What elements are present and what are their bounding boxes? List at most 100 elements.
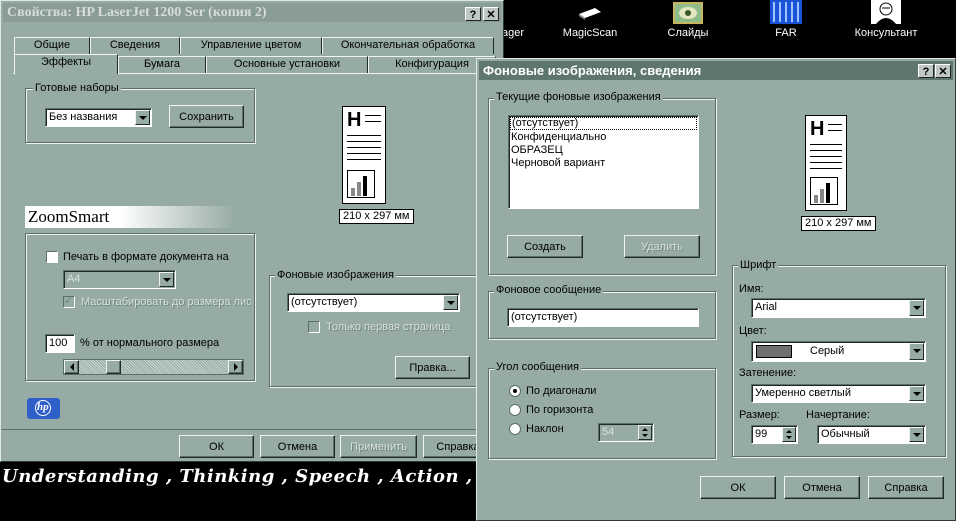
help-button[interactable]: Справка — [868, 476, 944, 499]
font-color-dropdown[interactable]: Серый — [751, 341, 926, 362]
font-name-label: Имя: — [739, 283, 764, 295]
tab-basics[interactable]: Основные установки — [206, 56, 368, 73]
help-icon: ? — [922, 66, 930, 78]
save-preset-button[interactable]: Сохранить — [169, 105, 244, 128]
current-watermarks-list[interactable]: (отсутствует) Конфиденциально ОБРАЗЕЦ Че… — [508, 115, 699, 209]
help-title-button[interactable]: ? — [918, 64, 934, 78]
paper-line — [828, 124, 842, 125]
paper-heading-glyph: H — [347, 109, 362, 131]
first-page-only-checkbox[interactable] — [308, 321, 320, 333]
angle-tilt-radio[interactable] — [509, 423, 521, 435]
properties-separator — [1, 429, 505, 430]
zoomsmart-label: ZoomSmart — [28, 207, 110, 226]
desktop-icon-label: MagicScan — [562, 27, 618, 39]
ok-button[interactable]: ОК — [179, 435, 254, 458]
tilt-angle-input[interactable]: 54 — [598, 423, 654, 442]
properties-titlebar[interactable]: Свойства: HP LaserJet 1200 Ser (копия 2) — [3, 3, 501, 22]
cancel-button[interactable]: Отмена — [260, 435, 335, 458]
desktop-icon-label: Слайды — [667, 27, 709, 39]
tab-label: Окончательная обработка — [340, 39, 476, 51]
font-size-input[interactable]: 99 — [751, 425, 798, 444]
desktop-icon-magicscan[interactable]: MagicScan — [555, 4, 625, 39]
print-as-checkbox[interactable] — [46, 251, 58, 263]
chevron-down-icon[interactable] — [909, 343, 924, 360]
slider-thumb[interactable] — [106, 360, 121, 374]
edit-watermark-button[interactable]: Правка... — [395, 356, 470, 379]
button-label: Удалить — [641, 240, 683, 253]
tilt-angle-spinner[interactable] — [638, 425, 652, 440]
paper-size-dropdown[interactable]: A4 — [63, 270, 176, 289]
desktop-icon-far[interactable]: FAR — [758, 0, 814, 39]
chevron-down-icon[interactable] — [159, 272, 174, 287]
ok-button[interactable]: ОК — [700, 476, 776, 499]
help-icon: ? — [469, 9, 477, 21]
paper-line — [347, 159, 381, 160]
close-title-button[interactable]: ✕ — [935, 64, 951, 78]
font-style-dropdown[interactable]: Обычный — [817, 425, 926, 444]
tab-label: Управление цветом — [200, 39, 302, 51]
angle-horizontal-radio[interactable] — [509, 404, 521, 416]
list-item[interactable]: ОБРАЗЕЦ — [509, 144, 698, 157]
font-name-dropdown[interactable]: Arial — [751, 298, 926, 318]
font-style-value: Обычный — [821, 428, 870, 440]
desktop-icon-label: ager — [502, 27, 525, 39]
apply-button[interactable]: Применить — [340, 435, 417, 458]
tab-paper[interactable]: Бумага — [118, 56, 206, 73]
delete-watermark-button[interactable]: Удалить — [624, 235, 700, 258]
list-item[interactable]: Черновой вариант — [509, 157, 698, 170]
chevron-down-icon[interactable] — [135, 110, 150, 125]
font-shade-dropdown[interactable]: Умеренно светлый — [751, 384, 926, 403]
angle-tilt-label: Наклон — [526, 423, 564, 435]
cancel-button[interactable]: Отмена — [784, 476, 860, 499]
slides-icon — [673, 2, 703, 24]
watermark-dropdown[interactable]: (отсутствует) — [287, 293, 460, 312]
font-name-value: Arial — [755, 301, 778, 313]
paper-chart-icon — [810, 177, 838, 205]
watermark-message-input[interactable]: (отсутствует) — [507, 308, 699, 327]
chevron-down-icon[interactable] — [909, 427, 924, 442]
angle-diagonal-label: По диагонали — [526, 385, 597, 397]
percent-input[interactable]: 100 — [45, 334, 75, 353]
paper-line — [365, 121, 381, 122]
desktop-icon-consultant[interactable]: Консультант — [848, 0, 924, 39]
help-title-button[interactable]: ? — [465, 7, 481, 21]
paper-heading-glyph: H — [810, 118, 825, 140]
scale-to-fit-checkbox[interactable] — [63, 294, 75, 308]
list-item[interactable]: (отсутствует) — [510, 117, 697, 130]
presets-dropdown[interactable]: Без названия — [45, 108, 152, 127]
chevron-down-icon[interactable] — [443, 295, 458, 310]
button-label: Отмена — [277, 440, 318, 453]
tab-label: Эффекты — [40, 56, 91, 68]
paper-line — [810, 156, 842, 157]
tab-label: Основные установки — [233, 58, 341, 70]
tab-color-management[interactable]: Управление цветом — [180, 37, 322, 54]
create-watermark-button[interactable]: Создать — [507, 235, 583, 258]
font-size-spinner[interactable] — [782, 427, 796, 442]
current-watermarks-label: Текущие фоновые изображения — [494, 91, 663, 104]
button-label: ОК — [209, 440, 224, 453]
button-label: Отмена — [802, 481, 842, 494]
desktop-icon-slides[interactable]: Слайды — [655, 2, 721, 39]
angle-diagonal-radio[interactable] — [509, 385, 521, 397]
watermark-details-dialog: Фоновые изображения, сведения ? ✕ Текущи… — [476, 58, 956, 521]
button-label: Сохранить — [179, 110, 234, 123]
button-label: Применить — [350, 440, 407, 453]
chevron-down-icon[interactable] — [909, 300, 924, 316]
desktop-icon-label: Консультант — [854, 27, 918, 39]
tab-details[interactable]: Сведения — [90, 37, 180, 54]
chevron-down-icon[interactable] — [909, 386, 924, 401]
tab-general[interactable]: Общие — [14, 37, 90, 54]
tab-finishing[interactable]: Окончательная обработка — [322, 37, 494, 54]
slider-right-button[interactable] — [228, 360, 243, 374]
watermark-title: Фоновые изображения, сведения — [483, 63, 702, 78]
list-item[interactable]: Конфиденциально — [509, 131, 698, 144]
tab-label: Сведения — [109, 39, 161, 51]
tab-effects[interactable]: Эффекты — [14, 54, 118, 74]
watermark-titlebar[interactable]: Фоновые изображения, сведения — [479, 61, 953, 80]
slider-left-button[interactable] — [64, 360, 79, 374]
zoom-slider[interactable] — [63, 359, 244, 375]
tab-label: Общие — [33, 39, 71, 51]
close-title-button[interactable]: ✕ — [483, 7, 499, 21]
paper-line — [828, 130, 842, 131]
watermark-label: Фоновые изображения — [275, 269, 396, 282]
